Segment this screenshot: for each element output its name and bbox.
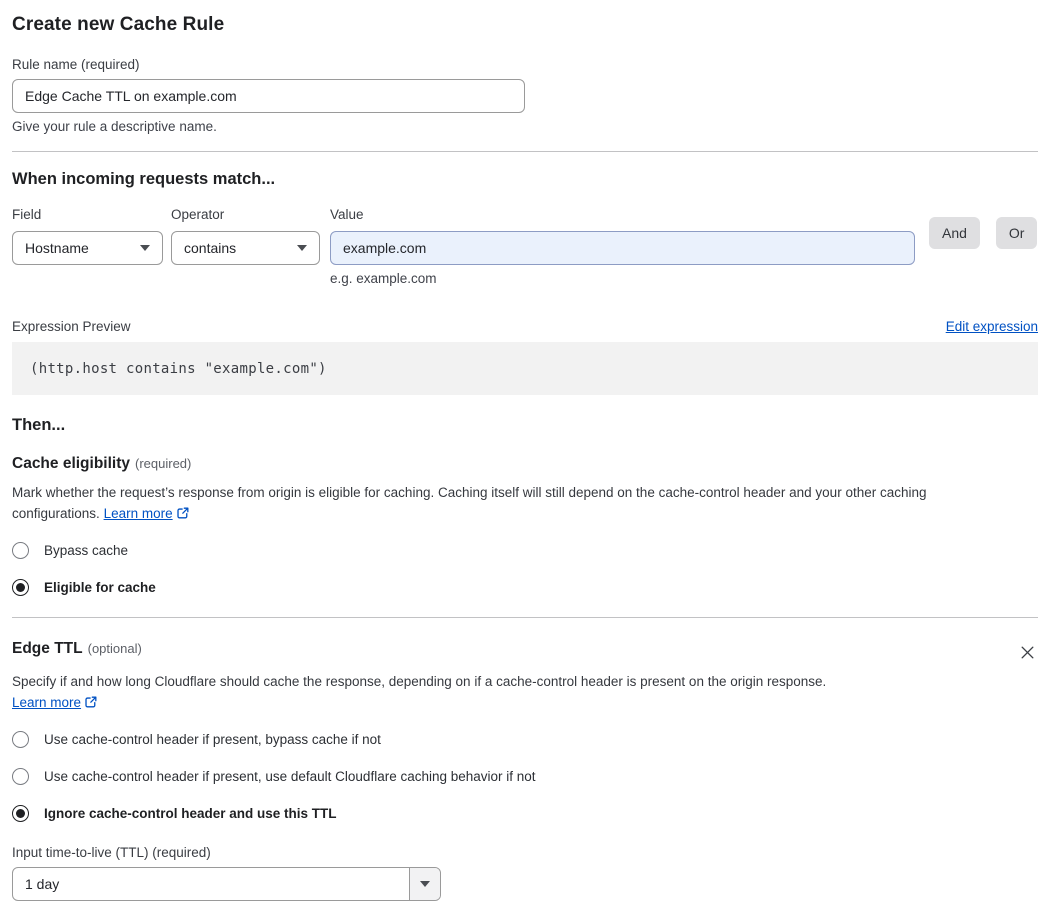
cache-eligibility-qualifier: (required) [135,456,192,471]
radio-dot [16,583,25,592]
match-heading: When incoming requests match... [12,170,276,188]
operator-select[interactable]: contains [171,231,320,265]
select-arrow-button[interactable] [409,868,440,900]
chevron-down-icon [140,245,150,251]
radio-label: Use cache-control header if present, use… [44,769,536,784]
section-divider [12,151,1038,152]
or-button[interactable]: Or [995,217,1038,249]
value-helper: e.g. example.com [330,271,437,286]
external-link-icon [176,507,189,519]
learn-more-link[interactable]: Learn more [104,506,173,521]
expression-text: (http.host contains "example.com") [30,360,327,377]
radio-button[interactable] [12,542,29,559]
radio-option-ignore-header-use-ttl[interactable]: Ignore cache-control header and use this… [12,805,1038,822]
radio-label: Ignore cache-control header and use this… [44,806,337,821]
value-column: Value e.g. example.com [330,207,915,286]
radio-dot [16,735,25,744]
cache-eligibility-title: Cache eligibility (required) [12,455,1038,473]
radio-label: Use cache-control header if present, byp… [44,732,381,747]
radio-dot [16,546,25,555]
value-label: Value [330,207,364,222]
match-builder-row: Field Hostname Operator contains Value e… [12,207,1038,286]
page-title: Create new Cache Rule [12,14,225,35]
cache-eligibility-title-text: Cache eligibility [12,455,131,472]
ttl-select-value: 1 day [25,876,60,892]
expression-code: (http.host contains "example.com") [12,342,1038,395]
rule-name-input[interactable] [12,79,525,113]
field-select-value: Hostname [25,240,89,256]
edge-ttl-header: Edge TTL (optional) [12,640,1038,663]
edit-expression-link[interactable]: Edit expression [946,319,1038,334]
radio-label: Eligible for cache [44,580,156,595]
edge-ttl-title: Edge TTL (optional) [12,640,142,658]
field-select[interactable]: Hostname [12,231,163,265]
radio-option-bypass-cache[interactable]: Bypass cache [12,542,1038,559]
field-label: Field [12,207,42,222]
close-icon [1021,646,1034,659]
remove-edge-ttl-button[interactable] [1017,642,1038,663]
operator-column: Operator contains [171,207,320,265]
expression-preview-label: Expression Preview [12,319,131,334]
and-button[interactable]: And [929,217,980,249]
cache-eligibility-description: Mark whether the request’s response from… [12,482,1018,524]
operator-label: Operator [171,207,225,222]
value-input[interactable] [330,231,915,265]
radio-dot [16,809,25,818]
section-divider [12,617,1038,618]
radio-button[interactable] [12,579,29,596]
radio-option-eligible-for-cache[interactable]: Eligible for cache [12,579,1038,596]
ttl-select[interactable]: 1 day [12,867,441,901]
ttl-label: Input time-to-live (TTL) (required) [12,845,211,860]
create-cache-rule-form: Create new Cache Rule Rule name (require… [0,14,1058,921]
radio-option-use-header-default[interactable]: Use cache-control header if present, use… [12,768,1038,785]
radio-dot [16,772,25,781]
rule-name-helper: Give your rule a descriptive name. [12,119,217,134]
radio-button[interactable] [12,768,29,785]
chevron-down-icon [297,245,307,251]
radio-label: Bypass cache [44,543,129,558]
rule-name-label: Rule name (required) [12,57,140,72]
then-heading: Then... [12,416,66,434]
learn-more-link[interactable]: Learn more [12,695,81,710]
edge-ttl-description-text: Specify if and how long Cloudflare shoul… [12,674,827,689]
radio-option-use-header-bypass[interactable]: Use cache-control header if present, byp… [12,731,1038,748]
external-link-icon [85,696,97,708]
chevron-down-icon [420,881,430,887]
radio-button[interactable] [12,731,29,748]
edge-ttl-title-text: Edge TTL [12,640,83,657]
expression-preview-row: Expression Preview Edit expression [12,319,1038,334]
field-column: Field Hostname [12,207,163,265]
edge-ttl-description: Specify if and how long Cloudflare shoul… [12,671,842,713]
edge-ttl-qualifier: (optional) [87,641,142,656]
operator-select-value: contains [184,240,237,256]
radio-button[interactable] [12,805,29,822]
